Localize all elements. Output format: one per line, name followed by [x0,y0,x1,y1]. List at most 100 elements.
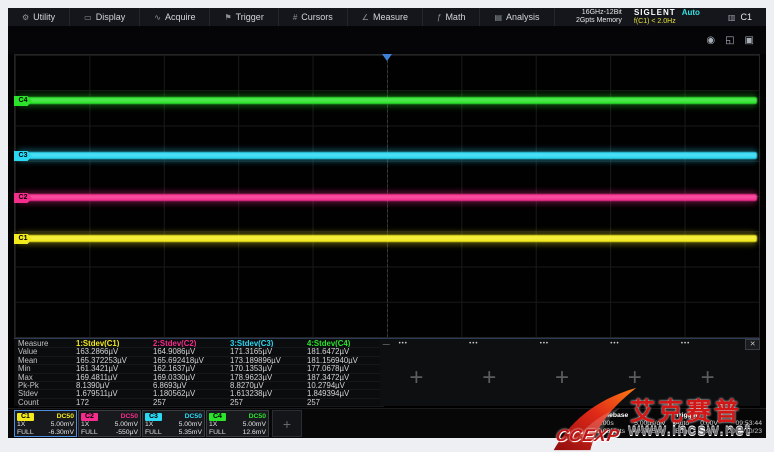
menu-measure-label: Measure [373,12,408,22]
measure-value: 161.3421µV [76,365,153,373]
timebase-box[interactable]: Timebase 0.00s5.00µs/div 2.00Mpts40.0GSa… [597,412,665,436]
measure-value: 171.3165µV [230,348,307,356]
trace-c1 [17,235,757,242]
measure-col-header-1[interactable]: 1:Stdev(C1) [76,340,153,348]
save-icon[interactable]: ▣ [745,35,754,46]
menu-math[interactable]: ƒ Math [423,8,480,26]
coupling-label: DC50 [121,413,138,420]
measure-value: 178.9623µV [230,374,307,382]
menu-cursors[interactable]: # Cursors [279,8,348,26]
measure-row-label: Count [18,399,76,407]
math-icon: ƒ [437,13,441,22]
trace-c2 [17,194,757,201]
menu-cursors-label: Cursors [301,12,333,22]
fullscreen-icon[interactable]: ◱ [725,35,734,46]
menu-acquire-label: Acquire [165,12,196,22]
measure-value: 257 [307,399,384,407]
menu-measure[interactable]: ∠ Measure [348,8,423,26]
menu-bar: ⚙ Utility ▭ Display ∿ Acquire ⚑ Trigger … [8,8,766,26]
display-icon: ▭ [84,13,92,22]
channel-box-c2[interactable]: C2 DC50 1X5.00mV FULL-550µV [78,410,141,437]
minimize-icon[interactable]: — [380,341,393,348]
acquire-icon: ∿ [154,13,161,22]
add-measurement-button[interactable]: + [526,349,599,406]
channel-box-c1[interactable]: C1 DC50 1X5.00mV FULL-6.30mV [14,410,77,437]
measure-value: 172 [76,399,153,407]
measure-value: 165.372253µV [76,357,153,365]
device-memory: 2Gpts Memory [576,17,622,25]
add-measurement-button[interactable]: + [671,349,744,406]
menu-display-label: Display [96,12,126,22]
measure-value: 1.849394µV [307,390,384,398]
channel-box-c3[interactable]: C3 DC50 1X5.00mV FULL5.35mV [142,410,205,437]
slot-dots-icon: ••• [393,341,464,347]
menu-display[interactable]: ▭ Display [70,8,140,26]
measure-row-label: Stdev [18,390,76,398]
measure-value: 163.2866µV [76,348,153,356]
measure-row-label: Value [18,348,76,356]
measure-col-header-2[interactable]: 2:Stdev(C2) [153,340,230,348]
menu-math-label: Math [445,12,465,22]
add-measurement-button[interactable]: + [380,349,453,406]
timebase-delay: 0.00s [597,420,614,428]
bottom-status-strip: C1 DC50 1X5.00mV FULL-6.30mV C2 DC50 1X5… [8,408,766,438]
menu-utility-label: Utility [33,12,55,22]
measure-value: 1.613238µV [230,390,307,398]
offset-label: -550µV [116,429,138,437]
coupling-label: DC50 [249,413,266,420]
slot-dots-icon: ••• [604,341,675,347]
menu-utility[interactable]: ⚙ Utility [8,8,70,26]
scale-label: 5.00mV [51,421,74,429]
measure-table: Measure 1:Stdev(C1) 2:Stdev(C2) 3:Stdev(… [14,339,380,406]
measure-col-header-4[interactable]: 4:Stdev(C4) [307,340,384,348]
measure-col-header-3[interactable]: 3:Stdev(C3) [230,340,307,348]
add-measurement-button[interactable]: + [453,349,526,406]
trigger-slope: Rising [699,428,718,436]
coupling-label: DC50 [57,413,74,420]
acquisition-mode-badge[interactable]: Auto [680,8,708,26]
measure-slots-header: — ••• ••• ••• ••• ••• ✕ [380,339,760,349]
clock-time: 09:53:44 [728,420,762,428]
menu-trigger-label: Trigger [236,12,264,22]
measure-value: 187.3472µV [307,374,384,382]
menu-acquire[interactable]: ∿ Acquire [140,8,210,26]
screenshot-icon[interactable]: ◉ [706,35,715,46]
slot-dots-icon: ••• [534,341,605,347]
atten-label: 1X [145,421,153,429]
cursors-icon: # [293,13,297,22]
trigger-level: 0.00V [700,420,718,428]
menu-trigger[interactable]: ⚑ Trigger [210,8,278,26]
analysis-icon: ▤ [494,13,502,22]
offset-label: 12.6mV [243,429,266,437]
measure-empty-slots-area: — ••• ••• ••• ••• ••• ✕ + + + + + [380,339,760,406]
close-icon[interactable]: ✕ [745,339,760,350]
add-measurement-button[interactable]: + [598,349,671,406]
measure-row-label: Min [18,365,76,373]
clock-date: 2024/10/23 [728,428,762,436]
sub-toolbar: ◉ ◱ ▣ [8,26,766,54]
timebase-points: 2.00Mpts [597,428,625,436]
measure-value: 169.4811µV [76,374,153,382]
trigger-position-marker[interactable] [382,54,392,61]
menu-analysis[interactable]: ▤ Analysis [480,8,554,26]
channel-tag: C4 [209,413,226,421]
waveform-graticule[interactable]: C4 C3 C2 C1 [14,54,760,338]
trace-c4 [17,97,757,104]
channel-box-c4[interactable]: C4 DC50 1X5.00mV FULL12.6mV [206,410,269,437]
active-channel-indicator[interactable]: ▥ C1 [708,12,766,22]
trigger-box[interactable]: Trigger Auto0.00V EdgeRising [675,412,718,436]
brand-block: SIGLENT f(C1) < 2.0Hz [630,8,680,26]
add-channel-button[interactable]: + [272,410,302,437]
offset-label: 5.35mV [179,429,202,437]
channel-tag: C3 [145,413,162,421]
scale-label: 5.00mV [115,421,138,429]
datetime-box: 09:53:44 2024/10/23 [728,412,762,436]
trigger-label: Trigger [675,412,718,420]
measure-value: 165.692418µV [153,357,230,365]
measure-value: 177.0678µV [307,365,384,373]
device-bandwidth: 16GHz-12Bit [576,9,622,17]
atten-label: 1X [17,421,25,429]
measure-value: 6.8693µV [153,382,230,390]
measure-value: 162.1637µV [153,365,230,373]
active-channel-label: C1 [740,12,752,22]
